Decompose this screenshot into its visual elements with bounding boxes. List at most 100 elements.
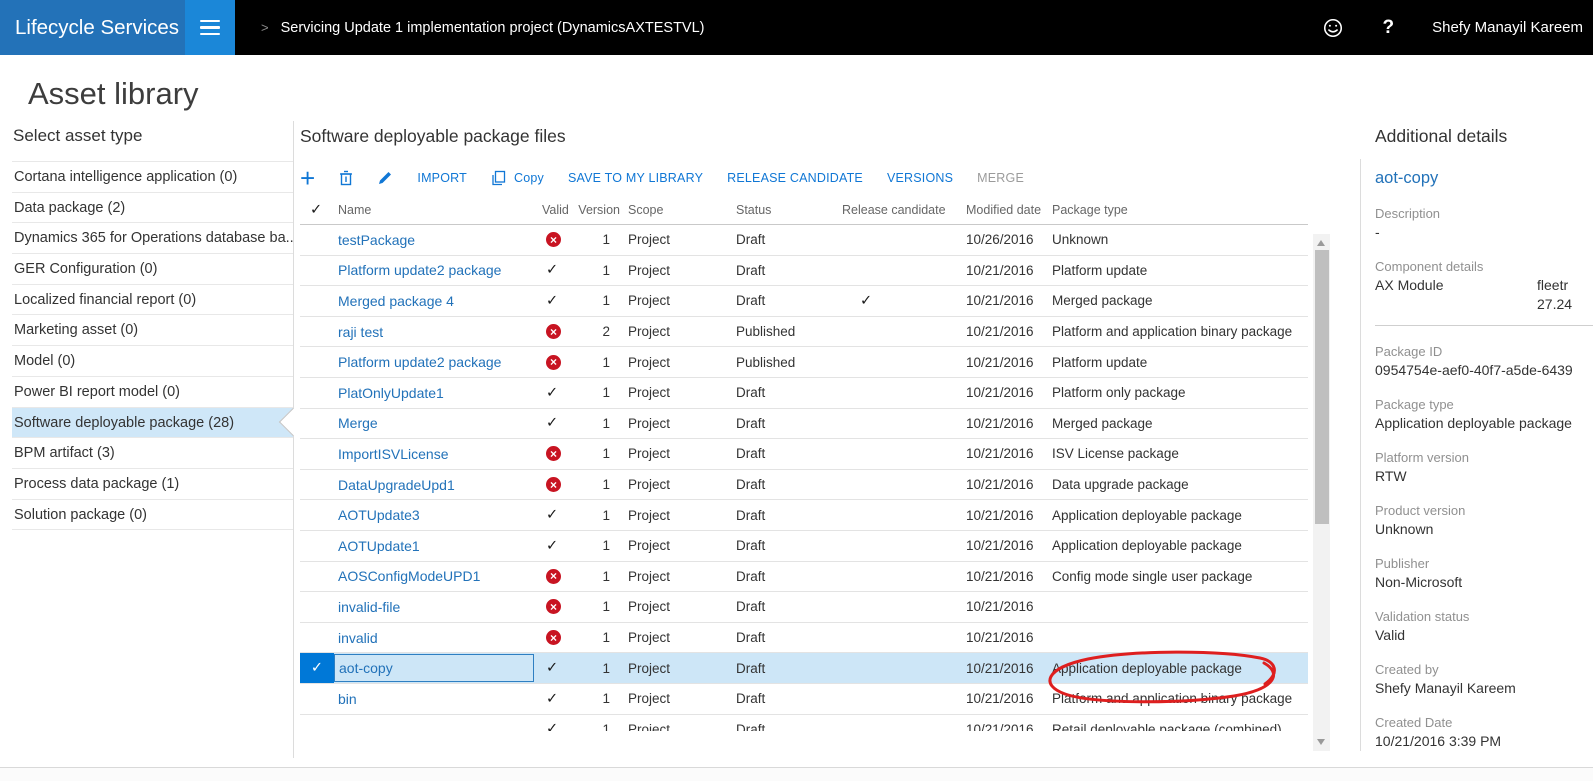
- col-version[interactable]: Version: [578, 203, 620, 217]
- sidebar-item[interactable]: Cortana intelligence application (0): [12, 162, 293, 193]
- hamburger-menu-button[interactable]: [185, 0, 235, 55]
- sidebar-item[interactable]: Power BI report model (0): [12, 377, 293, 408]
- sidebar-item[interactable]: BPM artifact (3): [12, 438, 293, 469]
- row-checkbox[interactable]: [300, 531, 334, 561]
- package-name-link[interactable]: Merge: [338, 415, 378, 431]
- sidebar-item[interactable]: Model (0): [12, 346, 293, 377]
- merge-button[interactable]: MERGE: [977, 171, 1024, 185]
- valid-cell: ×: [534, 477, 578, 492]
- scope-cell: Project: [620, 599, 728, 614]
- package-name-link[interactable]: invalid-file: [338, 599, 400, 615]
- detail-value: Unknown: [1375, 521, 1593, 537]
- top-bar: Lifecycle Services > Servicing Update 1 …: [0, 0, 1593, 55]
- version-cell: 1: [578, 385, 620, 400]
- col-status[interactable]: Status: [728, 203, 840, 217]
- package-name-link[interactable]: AOTUpdate3: [338, 507, 420, 523]
- row-checkbox[interactable]: [300, 500, 334, 530]
- vertical-scrollbar[interactable]: [1313, 234, 1330, 751]
- package-name-link[interactable]: AOSConfigModeUPD1: [338, 568, 480, 584]
- col-release-candidate[interactable]: Release candidate: [840, 203, 958, 217]
- detail-label: Validation status: [1375, 609, 1593, 624]
- table-row: PlatOnlyUpdate1✓1ProjectDraft10/21/2016P…: [300, 378, 1308, 409]
- col-scope[interactable]: Scope: [620, 203, 728, 217]
- row-checkbox[interactable]: [300, 684, 334, 714]
- row-checkbox[interactable]: [300, 317, 334, 347]
- package-name-link[interactable]: raji test: [338, 324, 383, 340]
- delete-button[interactable]: [339, 170, 353, 186]
- package-name-link[interactable]: testPackage: [338, 232, 415, 248]
- detail-fields: Package ID0954754e-aef0-40f7-a5de-6439Pa…: [1375, 344, 1593, 749]
- sidebar-item[interactable]: Data package (2): [12, 193, 293, 224]
- sidebar-item[interactable]: Marketing asset (0): [12, 315, 293, 346]
- row-checkbox[interactable]: [300, 592, 334, 622]
- row-checkbox[interactable]: [300, 562, 334, 592]
- version-cell: 1: [578, 293, 620, 308]
- invalid-icon: ×: [546, 324, 561, 339]
- scope-cell: Project: [620, 538, 728, 553]
- col-valid[interactable]: Valid: [534, 203, 578, 217]
- app-logo[interactable]: Lifecycle Services: [0, 0, 185, 55]
- row-checkbox[interactable]: [300, 623, 334, 653]
- col-modified-date[interactable]: Modified date: [958, 203, 1048, 217]
- row-checkbox[interactable]: [300, 378, 334, 408]
- package-name-link[interactable]: DataUpgradeUpd1: [338, 477, 455, 493]
- breadcrumb-project[interactable]: Servicing Update 1 implementation projec…: [281, 20, 705, 36]
- package-name-link[interactable]: invalid: [338, 630, 378, 646]
- scroll-up-icon[interactable]: [1317, 240, 1325, 246]
- detail-label: Created Date: [1375, 715, 1593, 730]
- import-button[interactable]: IMPORT: [417, 171, 467, 185]
- scope-cell: Project: [620, 263, 728, 278]
- valid-cell: ×: [534, 355, 578, 370]
- package-name-link[interactable]: ImportISVLicense: [338, 446, 449, 462]
- package-name-link[interactable]: PlatOnlyUpdate1: [338, 385, 444, 401]
- package-name-link[interactable]: AOTUpdate1: [338, 538, 420, 554]
- edit-button[interactable]: [377, 170, 393, 186]
- save-to-library-button[interactable]: SAVE TO MY LIBRARY: [568, 171, 703, 185]
- row-checkbox[interactable]: [300, 225, 334, 255]
- sidebar-item[interactable]: GER Configuration (0): [12, 254, 293, 285]
- user-menu[interactable]: Shefy Manayil Kareem: [1432, 19, 1583, 36]
- valid-cell: ×: [534, 324, 578, 339]
- col-package-type[interactable]: Package type: [1048, 203, 1308, 217]
- package-name-cell: Platform update2 package: [334, 349, 534, 375]
- copy-button[interactable]: Copy: [491, 170, 544, 186]
- release-candidate-check-icon: ✓: [860, 293, 958, 309]
- version-cell: 2: [578, 324, 620, 339]
- row-checkbox[interactable]: ✓: [300, 653, 334, 683]
- scroll-down-icon[interactable]: [1317, 739, 1325, 745]
- package-type-cell: Application deployable package: [1048, 538, 1308, 553]
- help-icon[interactable]: ?: [1382, 17, 1394, 39]
- feedback-smiley-icon[interactable]: [1322, 17, 1344, 39]
- modified-date-cell: 10/21/2016: [958, 263, 1048, 278]
- valid-cell: ✓: [534, 415, 578, 431]
- sidebar-item[interactable]: Localized financial report (0): [12, 285, 293, 316]
- row-checkbox[interactable]: [300, 347, 334, 377]
- row-checkbox[interactable]: [300, 256, 334, 286]
- package-name-link[interactable]: bin: [338, 691, 357, 707]
- release-candidate-button[interactable]: RELEASE CANDIDATE: [727, 171, 863, 185]
- package-name-link[interactable]: Platform update2 package: [338, 262, 501, 278]
- table-row: raji test×2ProjectPublished10/21/2016Pla…: [300, 317, 1308, 348]
- sidebar-item[interactable]: Solution package (0): [12, 500, 293, 531]
- sidebar-item[interactable]: Process data package (1): [12, 469, 293, 500]
- detail-value: Valid: [1375, 627, 1593, 643]
- package-name-link[interactable]: Merged package 4: [338, 293, 454, 309]
- versions-button[interactable]: VERSIONS: [887, 171, 953, 185]
- row-checkbox[interactable]: [300, 715, 334, 732]
- select-all-check-icon[interactable]: ✓: [300, 202, 334, 218]
- package-name-link[interactable]: aot-copy: [339, 660, 393, 676]
- package-name-cell: Platform update2 package: [334, 257, 534, 283]
- version-cell: 1: [578, 599, 620, 614]
- row-checkbox[interactable]: [300, 439, 334, 469]
- row-checkbox[interactable]: [300, 286, 334, 316]
- sidebar-item[interactable]: Software deployable package (28): [12, 408, 293, 439]
- row-checkbox[interactable]: [300, 470, 334, 500]
- scope-cell: Project: [620, 416, 728, 431]
- component-details-label: Component details: [1375, 259, 1593, 274]
- package-name-link[interactable]: Platform update2 package: [338, 354, 501, 370]
- sidebar-item[interactable]: Dynamics 365 for Operations database ba.…: [12, 223, 293, 254]
- col-name[interactable]: Name: [334, 203, 534, 217]
- add-button[interactable]: +: [300, 168, 315, 188]
- scrollbar-thumb[interactable]: [1315, 250, 1329, 524]
- selected-asset-name[interactable]: aot-copy: [1375, 169, 1593, 188]
